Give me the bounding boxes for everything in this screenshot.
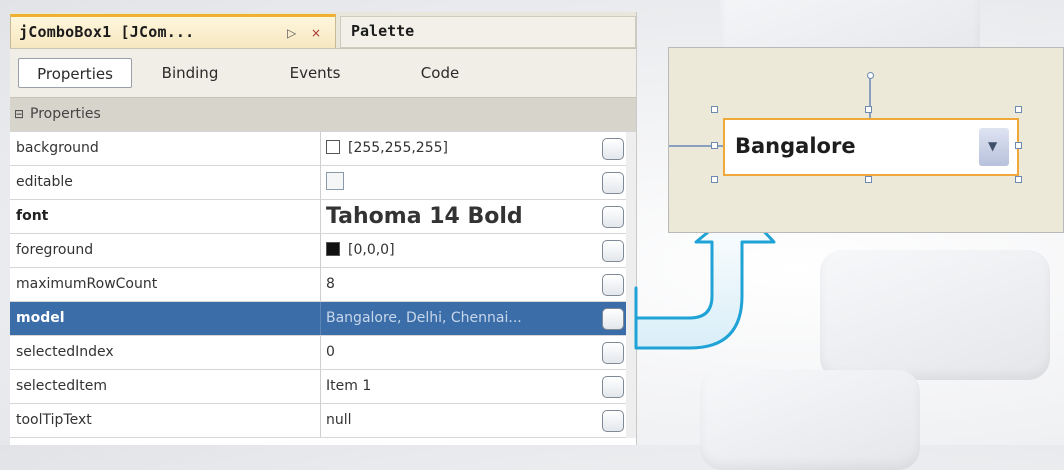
resize-handle[interactable] xyxy=(1015,142,1022,149)
resize-handle[interactable] xyxy=(865,106,872,113)
resize-handle[interactable] xyxy=(711,106,718,113)
combobox-preview: Bangalore ▼ xyxy=(668,47,1064,233)
resize-handle[interactable] xyxy=(865,176,872,183)
chevron-down-icon[interactable]: ▼ xyxy=(979,128,1009,166)
anchor-handle[interactable] xyxy=(867,72,874,79)
combobox-bangalore[interactable]: Bangalore ▼ xyxy=(723,118,1019,176)
resize-handle[interactable] xyxy=(1015,106,1022,113)
resize-handle[interactable] xyxy=(711,176,718,183)
resize-handle[interactable] xyxy=(711,142,718,149)
resize-handle[interactable] xyxy=(1015,176,1022,183)
combobox-value: Bangalore xyxy=(735,134,856,158)
